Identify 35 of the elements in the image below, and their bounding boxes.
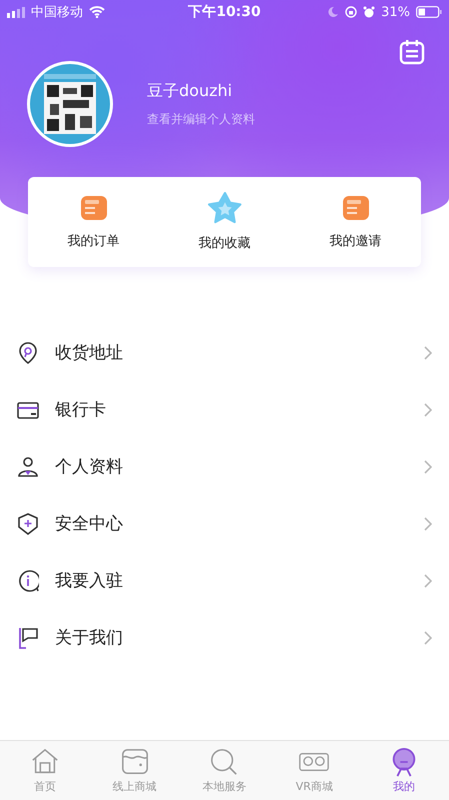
rotation-lock-icon (345, 6, 358, 18)
menu-item[interactable]: 银行卡 (0, 381, 449, 438)
user-name: 豆子douzhi (147, 80, 234, 102)
calendar-icon[interactable] (399, 39, 425, 65)
clock-time: 下午10:30 (188, 3, 261, 21)
moon-icon (327, 6, 340, 18)
flag-icon (17, 626, 39, 648)
chevron-right-icon (424, 630, 432, 644)
storefront-icon (120, 747, 150, 777)
menu-item[interactable]: 关于我们 (0, 609, 449, 666)
wifi-icon (89, 6, 105, 18)
info-bubble-icon (17, 570, 39, 592)
chevron-right-icon (424, 346, 432, 360)
orders-link[interactable]: 我的订单 (38, 194, 148, 250)
battery-icon (416, 6, 442, 18)
location-pin-icon (17, 342, 39, 364)
chevron-right-icon (424, 574, 432, 588)
invites-link[interactable]: 我的邀请 (300, 194, 410, 250)
shield-icon (17, 512, 39, 534)
carrier-name: 中国移动 (31, 4, 83, 21)
alarm-icon (363, 6, 376, 18)
menu-item[interactable]: 安全中心 (0, 495, 449, 552)
chevron-right-icon (424, 516, 432, 530)
favorites-link[interactable]: 我的收藏 (170, 192, 280, 252)
chevron-right-icon (424, 402, 432, 416)
person-icon (17, 456, 39, 478)
signal-icon (7, 6, 25, 18)
chevron-right-icon (424, 460, 432, 474)
search-icon (209, 747, 240, 777)
battery-percent: 31% (381, 4, 410, 20)
menu-item[interactable]: 个人资料 (0, 438, 449, 495)
star-icon (208, 192, 242, 226)
menu-item[interactable]: 我要入驻 (0, 552, 449, 609)
menu-item[interactable]: 收货地址 (0, 324, 449, 381)
tab-item[interactable]: 我的 (364, 747, 444, 794)
